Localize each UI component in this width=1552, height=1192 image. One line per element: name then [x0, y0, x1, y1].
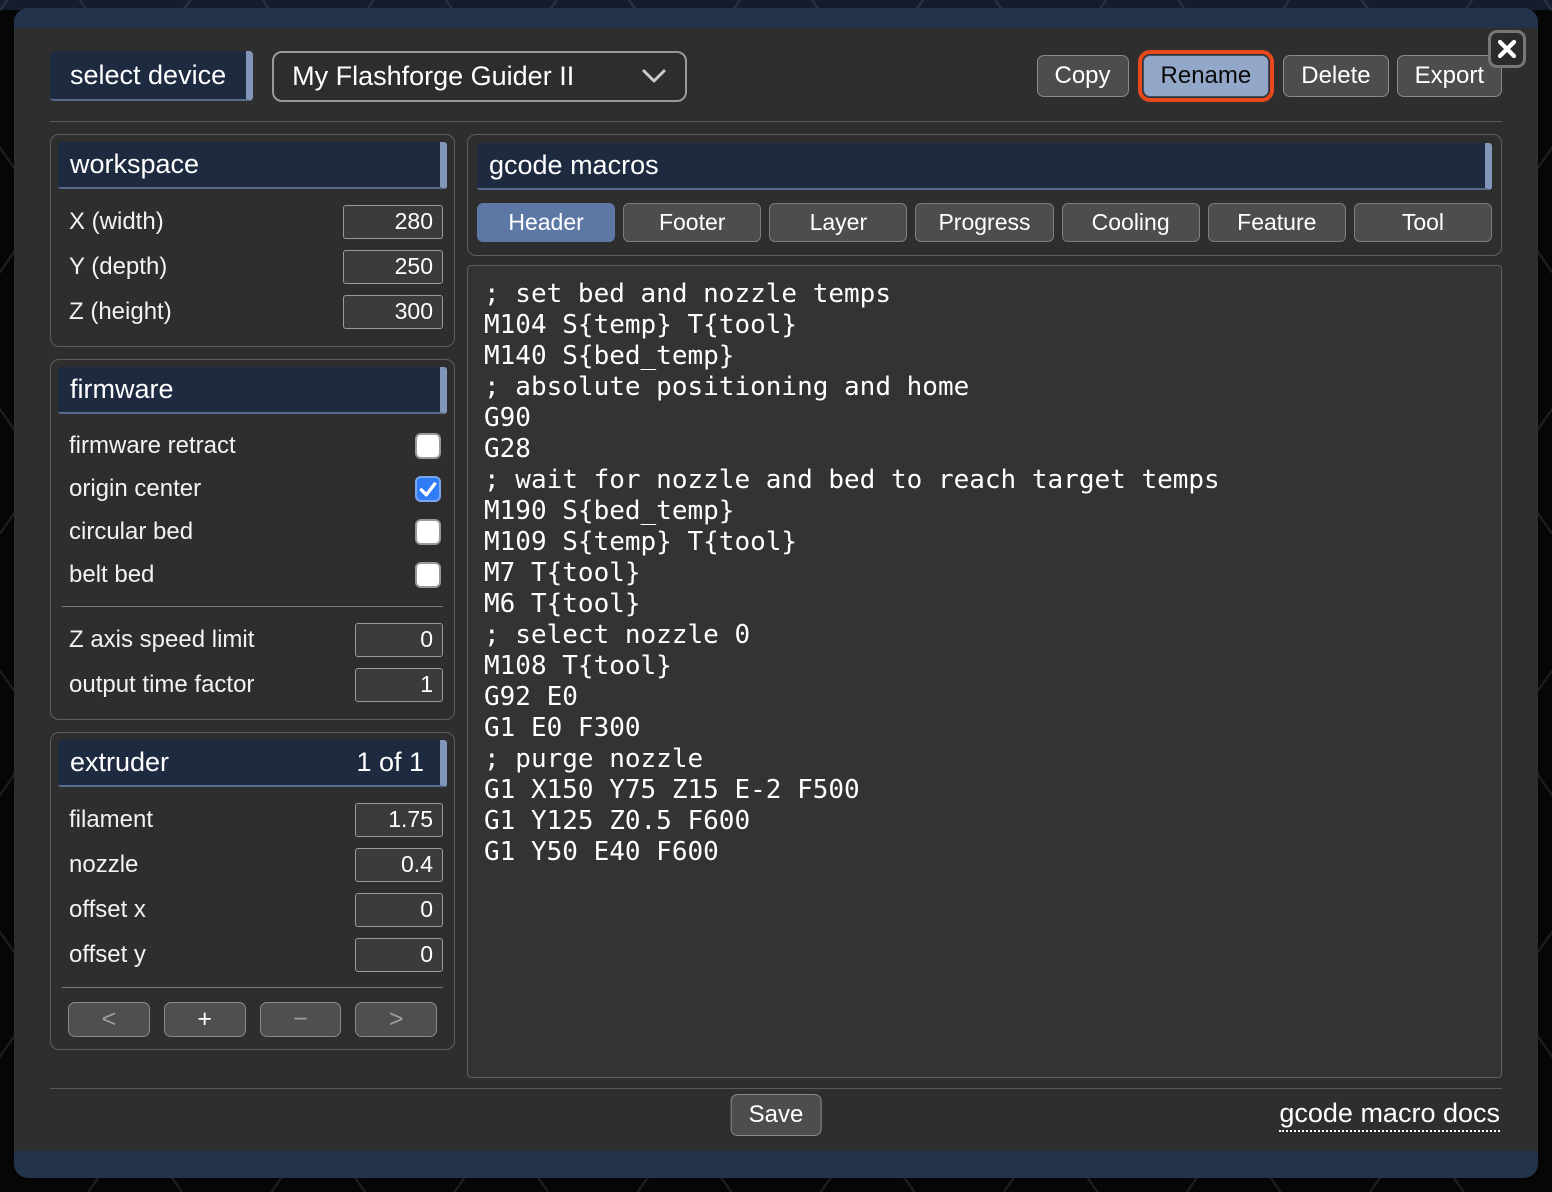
section-title: extruder — [70, 747, 169, 778]
device-select-value: My Flashforge Guider II — [292, 61, 641, 92]
section-title: workspace — [70, 149, 199, 180]
offset-y-input[interactable] — [355, 938, 443, 972]
extruder-nav: < + − > — [58, 998, 447, 1037]
tab-progress[interactable]: Progress — [915, 203, 1053, 242]
belt-bed-checkbox[interactable] — [415, 562, 441, 588]
field-label: nozzle — [69, 851, 138, 879]
offset-x-input[interactable] — [355, 893, 443, 927]
gcode-macros-header: gcode macros — [477, 143, 1492, 190]
checkbox-label: firmware retract — [69, 432, 236, 460]
dialog-body: select device My Flashforge Guider II Co… — [14, 28, 1538, 1151]
field-row: Y (depth) — [58, 244, 447, 289]
toolbar-divider — [50, 121, 1502, 122]
field-row: nozzle — [58, 842, 447, 887]
copy-button[interactable]: Copy — [1037, 55, 1129, 97]
field-label: offset x — [69, 896, 146, 924]
device-settings-dialog: select device My Flashforge Guider II Co… — [14, 8, 1538, 1178]
gcode-macros-section: gcode macros Header Footer Layer Progres… — [467, 134, 1502, 256]
checkbox-row: firmware retract — [58, 424, 447, 467]
field-label: Y (depth) — [69, 253, 167, 281]
device-select[interactable]: My Flashforge Guider II — [272, 51, 687, 102]
section-title: gcode macros — [489, 150, 659, 181]
check-icon — [418, 479, 438, 499]
add-extruder-button[interactable]: + — [164, 1002, 246, 1037]
divider — [62, 606, 443, 607]
field-label: X (width) — [69, 208, 164, 236]
field-label: Z axis speed limit — [69, 626, 254, 654]
checkbox-label: origin center — [69, 475, 201, 503]
gcode-macro-docs-link[interactable]: gcode macro docs — [1279, 1098, 1500, 1132]
tab-footer[interactable]: Footer — [623, 203, 761, 242]
close-button[interactable] — [1488, 30, 1526, 68]
checkbox-label: circular bed — [69, 518, 193, 546]
checkbox-row: belt bed — [58, 553, 447, 596]
checkbox-row: origin center — [58, 467, 447, 510]
delete-button[interactable]: Delete — [1283, 55, 1388, 97]
close-icon — [1497, 39, 1517, 59]
save-button[interactable]: Save — [731, 1094, 822, 1136]
y-depth-input[interactable] — [343, 250, 443, 284]
field-row: output time factor — [58, 662, 447, 707]
tab-cooling[interactable]: Cooling — [1062, 203, 1200, 242]
remove-extruder-button[interactable]: − — [260, 1002, 342, 1037]
firmware-header: firmware — [58, 367, 447, 414]
field-row: Z axis speed limit — [58, 617, 447, 662]
firmware-retract-checkbox[interactable] — [415, 433, 441, 459]
tab-feature[interactable]: Feature — [1208, 203, 1346, 242]
dialog-footer: Save gcode macro docs — [50, 1089, 1502, 1141]
prev-extruder-button[interactable]: < — [68, 1002, 150, 1037]
field-row: X (width) — [58, 199, 447, 244]
extruder-header: extruder 1 of 1 — [58, 740, 447, 787]
field-row: offset x — [58, 887, 447, 932]
nozzle-input[interactable] — [355, 848, 443, 882]
select-device-label: select device — [50, 51, 253, 101]
field-label: output time factor — [69, 671, 254, 699]
left-column: workspace X (width) Y (depth) Z (height) — [50, 134, 455, 1078]
circular-bed-checkbox[interactable] — [415, 519, 441, 545]
macro-tabs: Header Footer Layer Progress Cooling Fea… — [477, 203, 1492, 242]
dialog-top-strip — [14, 8, 1538, 28]
chevron-down-icon — [641, 68, 667, 84]
rename-button[interactable]: Rename — [1143, 55, 1270, 97]
workspace-section: workspace X (width) Y (depth) Z (height) — [50, 134, 455, 347]
firmware-section: firmware firmware retract origin center — [50, 359, 455, 720]
field-label: offset y — [69, 941, 146, 969]
next-extruder-button[interactable]: > — [355, 1002, 437, 1037]
field-row: filament — [58, 797, 447, 842]
divider — [62, 987, 443, 988]
extruder-section: extruder 1 of 1 filament nozzle offset x — [50, 732, 455, 1050]
workspace-header: workspace — [58, 142, 447, 189]
tab-layer[interactable]: Layer — [769, 203, 907, 242]
settings-columns: workspace X (width) Y (depth) Z (height) — [50, 134, 1502, 1078]
checkbox-row: circular bed — [58, 510, 447, 553]
export-button[interactable]: Export — [1397, 55, 1502, 97]
gcode-editor[interactable]: ; set bed and nozzle temps M104 S{temp} … — [467, 265, 1502, 1078]
extruder-count: 1 of 1 — [356, 747, 424, 778]
checkbox-label: belt bed — [69, 561, 154, 589]
z-axis-speed-limit-input[interactable] — [355, 623, 443, 657]
x-width-input[interactable] — [343, 205, 443, 239]
output-time-factor-input[interactable] — [355, 668, 443, 702]
field-label: filament — [69, 806, 153, 834]
z-height-input[interactable] — [343, 295, 443, 329]
origin-center-checkbox[interactable] — [415, 476, 441, 502]
right-column: gcode macros Header Footer Layer Progres… — [467, 134, 1502, 1078]
tab-tool[interactable]: Tool — [1354, 203, 1492, 242]
field-label: Z (height) — [69, 298, 172, 326]
section-title: firmware — [70, 374, 174, 405]
device-toolbar: select device My Flashforge Guider II Co… — [50, 50, 1502, 102]
filament-input[interactable] — [355, 803, 443, 837]
tab-header[interactable]: Header — [477, 203, 615, 242]
field-row: offset y — [58, 932, 447, 977]
field-row: Z (height) — [58, 289, 447, 334]
dialog-bottom-strip — [14, 1151, 1538, 1178]
